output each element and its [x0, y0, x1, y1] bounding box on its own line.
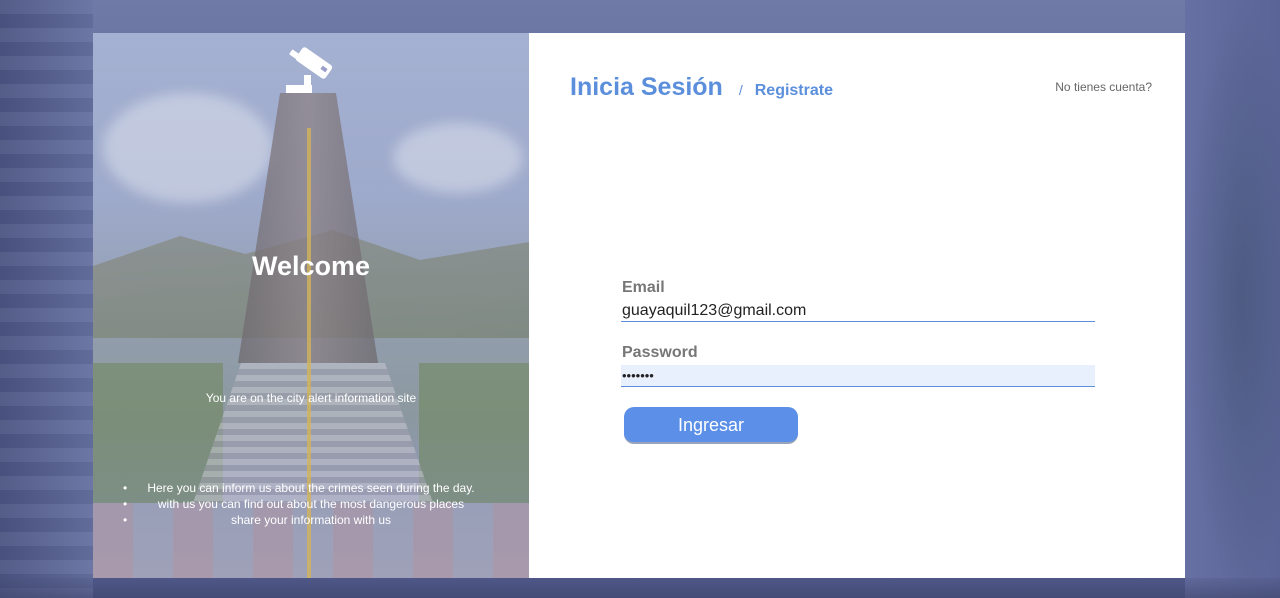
background-cloud: [103, 93, 273, 203]
background-bottom: [0, 578, 1280, 598]
title-separator: /: [738, 82, 743, 98]
login-card: Welcome You are on the city alert inform…: [93, 33, 1185, 578]
feature-item: with us you can find out about the most …: [93, 496, 529, 512]
login-title[interactable]: Inicia Sesión: [570, 73, 723, 102]
no-account-text: No tienes cuenta?: [1055, 80, 1152, 94]
password-field[interactable]: [621, 365, 1095, 387]
welcome-heading: Welcome: [251, 251, 371, 281]
email-label: Email: [622, 279, 665, 296]
background-left: [0, 0, 93, 598]
site-subtitle: You are on the city alert information si…: [205, 391, 417, 405]
feature-item: share your information with us: [93, 512, 529, 528]
feature-item: Here you can inform us about the crimes …: [93, 480, 529, 496]
security-camera-icon: [286, 47, 333, 93]
password-label: Password: [622, 344, 698, 361]
login-panel: Inicia Sesión / Registrate No tienes cue…: [529, 33, 1185, 578]
email-field[interactable]: [621, 300, 1095, 322]
feature-list: Here you can inform us about the crimes …: [93, 480, 529, 528]
welcome-panel: Welcome You are on the city alert inform…: [93, 33, 529, 578]
login-submit-button[interactable]: Ingresar: [624, 407, 798, 444]
background-right: [1185, 0, 1280, 598]
auth-header: Inicia Sesión / Registrate: [570, 73, 833, 102]
background-cloud: [393, 123, 523, 193]
register-link[interactable]: Registrate: [755, 82, 833, 100]
